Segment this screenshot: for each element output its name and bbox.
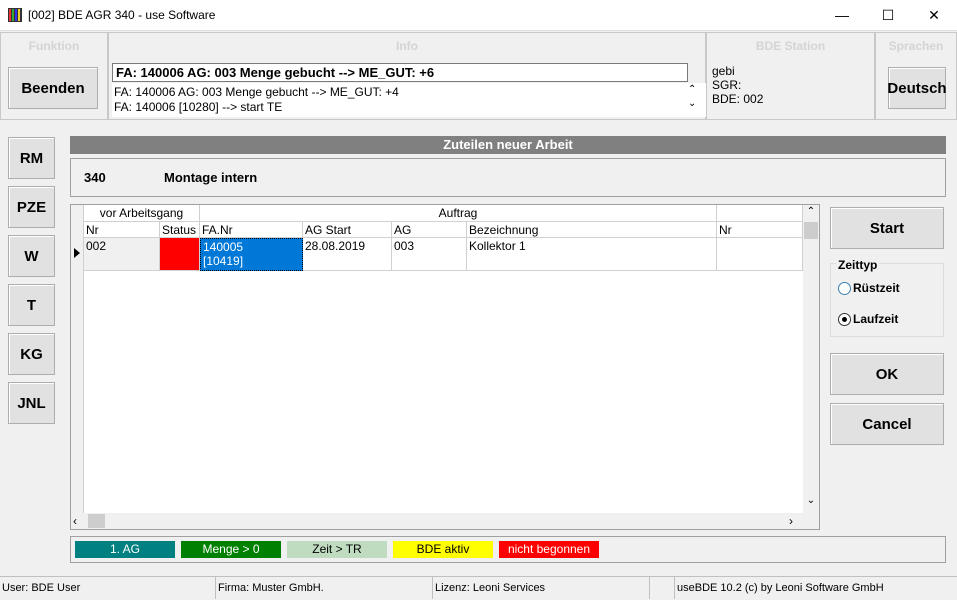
cell-bezeichnung[interactable]: Kollektor 1 (467, 238, 717, 271)
radio-checked-icon (838, 312, 851, 326)
column-header-nr2[interactable]: Nr (717, 222, 803, 238)
horizontal-scrollbar[interactable]: ‹ › (71, 513, 803, 529)
window-title: [002] BDE AGR 340 - use Software (28, 8, 216, 22)
zeittyp-group: Zeittyp Rüstzeit Laufzeit (830, 258, 944, 337)
cancel-button[interactable]: Cancel (830, 403, 944, 445)
info-group: Info FA: 140006 AG: 003 Menge gebucht --… (108, 32, 706, 120)
workstation-panel: 340 Montage intern (70, 158, 946, 197)
kg-button[interactable]: KG (8, 333, 55, 375)
legend-zeit-tr: Zeit > TR (287, 541, 387, 558)
ok-button[interactable]: OK (830, 353, 944, 395)
deutsch-button[interactable]: Deutsch (887, 67, 947, 109)
ruestzeit-radio[interactable]: Rüstzeit (838, 281, 900, 295)
vertical-scrollbar[interactable]: ⌃ ⌄ (803, 205, 819, 513)
legend-first-ag: 1. AG (75, 541, 175, 558)
info-current-message: FA: 140006 AG: 003 Menge gebucht --> ME_… (112, 63, 688, 82)
status-user: User: BDE User (0, 576, 215, 599)
scroll-right-icon[interactable]: › (789, 514, 793, 528)
app-icon (8, 8, 22, 22)
status-firma: Firma: Muster GmbH. (215, 576, 432, 599)
cell-status[interactable] (160, 238, 200, 271)
cell-nr[interactable]: 002 (84, 238, 160, 271)
workstation-number: 340 (84, 170, 106, 185)
legend-nicht-begonnen: nicht begonnen (499, 541, 599, 558)
radio-unchecked-icon (838, 281, 851, 295)
info-log-item: FA: 140006 [10280] --> start TE (114, 100, 283, 114)
legend-bde-aktiv: BDE aktiv (393, 541, 493, 558)
station-sgr: SGR: (712, 78, 742, 92)
status-version: useBDE 10.2 (c) by Leoni Software GmbH (674, 576, 957, 599)
laufzeit-radio[interactable]: Laufzeit (838, 312, 898, 326)
vertical-scroll-thumb[interactable] (804, 222, 818, 239)
column-header-fa-nr[interactable]: FA.Nr (200, 222, 303, 238)
status-lizenz: Lizenz: Leoni Services (432, 576, 649, 599)
beenden-button[interactable]: Beenden (8, 67, 98, 109)
scroll-up-icon[interactable]: ⌃ (804, 206, 818, 218)
column-header-status[interactable]: Status (160, 222, 200, 238)
bde-station-group: BDE Station gebi SGR: BDE: 002 (706, 32, 875, 120)
status-empty (649, 576, 674, 599)
station-user: gebi (712, 64, 735, 78)
scroll-corner (803, 513, 819, 529)
column-header-bezeichnung[interactable]: Bezeichnung (467, 222, 717, 238)
scroll-up-icon[interactable]: ⌃ (688, 84, 696, 95)
column-header-nr[interactable]: Nr (84, 222, 160, 238)
cell-fa-nr[interactable]: 140005 [10419] (200, 238, 303, 271)
funktion-group: Funktion Beenden (0, 32, 108, 120)
scroll-down-icon[interactable]: ⌄ (688, 98, 696, 109)
station-bde: BDE: 002 (712, 92, 764, 106)
horizontal-scroll-thumb[interactable] (88, 514, 105, 528)
zeittyp-title: Zeittyp (836, 258, 880, 272)
info-group-title: Info (396, 39, 418, 53)
group-header-auftrag: Auftrag (200, 205, 717, 222)
work-grid[interactable]: vor Arbeitsgang Auftrag Nr Status FA.Nr … (70, 204, 820, 530)
sprachen-group-title: Sprachen (888, 39, 944, 53)
t-button[interactable]: T (8, 284, 55, 326)
legend-menge: Menge > 0 (181, 541, 281, 558)
rm-button[interactable]: RM (8, 137, 55, 179)
jnl-button[interactable]: JNL (8, 382, 55, 424)
cell-ag[interactable]: 003 (392, 238, 467, 271)
info-log-item: FA: 140006 AG: 003 Menge gebucht --> ME_… (114, 85, 399, 99)
bde-station-group-title: BDE Station (755, 39, 826, 53)
section-title: Zuteilen neuer Arbeit (70, 136, 946, 154)
workstation-name: Montage intern (164, 170, 258, 185)
close-button[interactable]: ✕ (911, 0, 957, 31)
current-row-arrow-icon (74, 248, 80, 258)
scroll-left-icon[interactable]: ‹ (73, 514, 77, 528)
scroll-down-icon[interactable]: ⌄ (804, 495, 818, 507)
ruestzeit-label: Rüstzeit (853, 281, 900, 295)
start-button[interactable]: Start (830, 207, 944, 249)
group-header-vor-arbeitsgang: vor Arbeitsgang (84, 205, 200, 222)
group-header-empty (717, 205, 803, 222)
w-button[interactable]: W (8, 235, 55, 277)
sprachen-group: Sprachen Deutsch (875, 32, 957, 120)
maximize-button[interactable]: ☐ (865, 0, 911, 31)
column-header-ag-start[interactable]: AG Start (303, 222, 392, 238)
funktion-group-title: Funktion (28, 39, 80, 53)
cell-ag-start[interactable]: 28.08.2019 (303, 238, 392, 271)
cell-nr2[interactable] (717, 238, 803, 271)
title-bar: [002] BDE AGR 340 - use Software — ☐ ✕ (0, 0, 957, 31)
minimize-button[interactable]: — (819, 0, 865, 31)
laufzeit-label: Laufzeit (853, 312, 899, 326)
column-header-ag[interactable]: AG (392, 222, 467, 238)
pze-button[interactable]: PZE (8, 186, 55, 228)
info-log-list[interactable]: FA: 140006 AG: 003 Menge gebucht --> ME_… (112, 83, 706, 117)
fa-number: 140005 (203, 240, 244, 254)
fa-sub-number: [10419] (203, 254, 244, 268)
